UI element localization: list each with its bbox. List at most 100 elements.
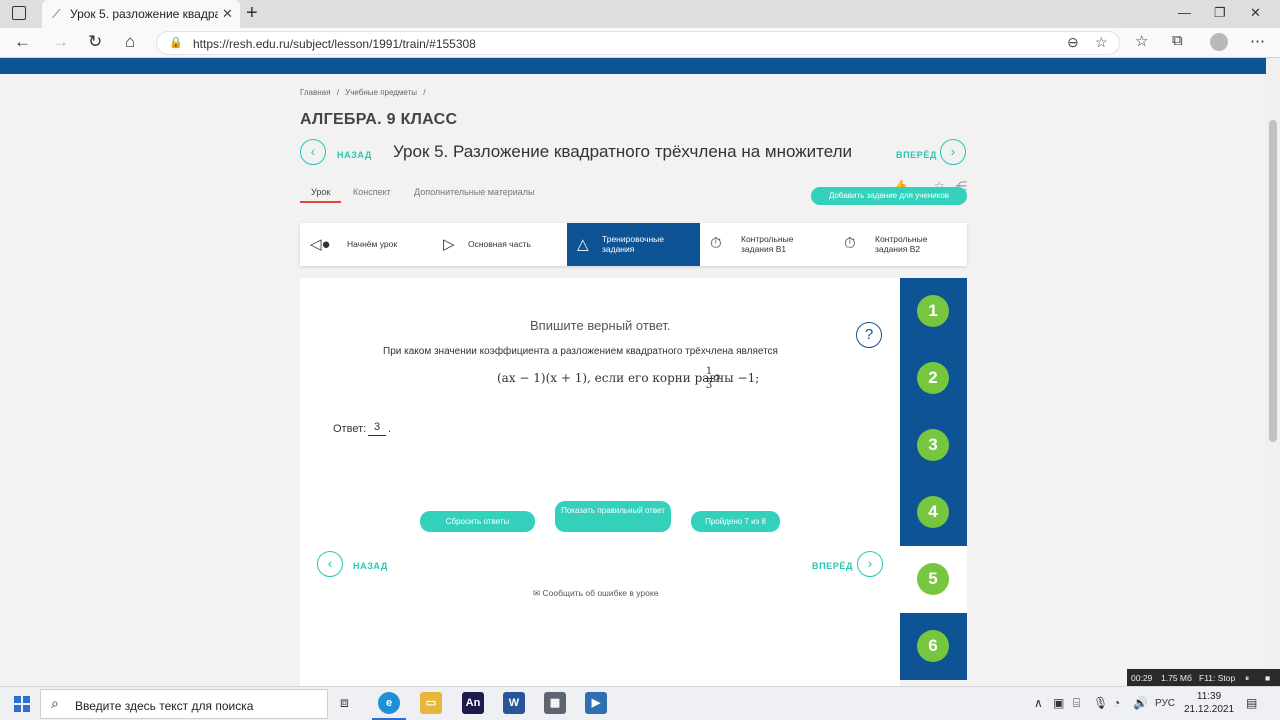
recorder-pause-icon[interactable]: ⏸: [1245, 673, 1249, 684]
step-control-b2[interactable]: ⏱ Контрольные задания В2: [834, 223, 967, 266]
tab-summary[interactable]: Конспект: [353, 187, 391, 197]
refresh-icon[interactable]: ↻: [88, 32, 102, 52]
word-icon[interactable]: W: [503, 692, 525, 714]
task-card: [300, 278, 900, 686]
help-button[interactable]: ?: [856, 322, 882, 348]
report-error-label: Сообщить об ошибке в уроке: [542, 588, 659, 598]
browser-tab[interactable]: ⟋ Урок 5. разложение квадратного трёхчле…: [42, 0, 240, 28]
task-number-column: 1 2 3 4 5 6: [900, 278, 967, 686]
task-tab-1[interactable]: 1: [900, 278, 967, 345]
language-indicator[interactable]: РУС: [1155, 698, 1175, 709]
active-tab-indicator: [300, 201, 341, 203]
tab-extra-materials[interactable]: Дополнительные материалы: [414, 187, 535, 197]
microphone-icon[interactable]: 🎙: [1093, 696, 1108, 710]
task-tab-4[interactable]: 4: [900, 479, 967, 546]
favorites-icon[interactable]: ☆: [1135, 32, 1148, 50]
back-arrow-icon[interactable]: ←: [14, 32, 31, 52]
next-task-label[interactable]: ВПЕРЁД: [812, 561, 853, 571]
show-answer-button[interactable]: Показать правильный ответ: [555, 501, 671, 532]
taskbar-search-input[interactable]: ⌕ Введите здесь текст для поиска: [40, 689, 328, 719]
prev-task-label[interactable]: НАЗАД: [353, 561, 388, 571]
recorder-size: 1.75 Мб: [1161, 673, 1192, 683]
recorder-hint: F11: Stop: [1199, 673, 1236, 683]
wifi-icon[interactable]: ◔: [1113, 696, 1120, 710]
new-tab-button[interactable]: +: [246, 2, 258, 25]
site-header-strip: [0, 58, 1266, 74]
close-window-button[interactable]: ✕: [1250, 5, 1261, 21]
breadcrumb-subjects[interactable]: Учебные предметы: [345, 88, 417, 97]
network-icon[interactable]: ⌸: [1073, 696, 1080, 711]
task-question: При каком значении коэффициента a разлож…: [383, 346, 778, 357]
search-placeholder: Введите здесь текст для поиска: [75, 699, 254, 713]
task-instruction: Впишите верный ответ.: [530, 318, 671, 333]
home-icon[interactable]: ⌂: [125, 32, 135, 52]
reset-answers-button[interactable]: Сбросить ответы: [420, 511, 535, 532]
task-tab-5[interactable]: 5: [900, 546, 967, 613]
prev-lesson-button[interactable]: ‹: [300, 139, 326, 165]
url-text[interactable]: https://resh.edu.ru/subject/lesson/1991/…: [193, 37, 476, 51]
next-lesson-button[interactable]: ›: [940, 139, 966, 165]
tab-actions-icon[interactable]: [12, 6, 26, 20]
breadcrumb-separator: /: [336, 88, 339, 97]
fraction-numerator: 1: [705, 366, 713, 377]
next-lesson-label[interactable]: ВПЕРЁД: [896, 150, 937, 160]
stopwatch-icon: ⏱: [844, 235, 856, 252]
task-view-icon[interactable]: ⧈: [340, 694, 349, 711]
task-number: 2: [917, 362, 949, 394]
minimize-button[interactable]: —: [1178, 5, 1191, 20]
step-label: Тренировочные задания: [602, 234, 664, 254]
prev-task-button[interactable]: ‹: [317, 551, 343, 577]
progress-button[interactable]: Пройдено 7 из 8: [691, 511, 780, 532]
step-start[interactable]: ◁● Начнём урок: [300, 223, 433, 266]
notifications-icon[interactable]: ▤: [1246, 696, 1257, 710]
tray-app-icon[interactable]: ▣: [1053, 696, 1064, 710]
tab-close-icon[interactable]: ✕: [222, 6, 233, 22]
calculator-icon[interactable]: ▦: [544, 692, 566, 714]
lesson-steps: ◁● Начнём урок ▷ Основная часть △ Тренир…: [300, 223, 967, 266]
animate-icon[interactable]: An: [462, 692, 484, 714]
edge-icon[interactable]: e: [378, 692, 400, 714]
step-label: Основная часть: [468, 239, 531, 249]
page-scrollbar[interactable]: [1266, 58, 1280, 686]
step-control-b1[interactable]: ⏱ Контрольные задания В1: [700, 223, 834, 266]
next-task-button[interactable]: ›: [857, 551, 883, 577]
report-error-link[interactable]: ✉ Сообщить об ошибке в уроке: [533, 588, 658, 599]
subject-title: АЛГЕБРА. 9 КЛАСС: [300, 111, 458, 128]
forward-arrow-icon[interactable]: →: [52, 32, 69, 52]
profile-avatar[interactable]: [1210, 33, 1228, 51]
stopwatch-icon: ⏱: [710, 235, 722, 252]
url-bar[interactable]: 🔒 https://resh.edu.ru/subject/lesson/199…: [156, 31, 1120, 55]
collections-icon[interactable]: ⧉: [1172, 32, 1183, 49]
tray-chevron-icon[interactable]: ∧: [1034, 696, 1043, 710]
volume-icon[interactable]: 🔊: [1133, 696, 1148, 710]
step-main[interactable]: ▷ Основная часть: [433, 223, 567, 266]
scrollbar-thumb[interactable]: [1269, 120, 1277, 442]
maximize-button[interactable]: ❐: [1214, 5, 1226, 21]
clock-date: 21.12.2021: [1184, 704, 1235, 715]
clock[interactable]: 11:39 21.12.2021: [1184, 690, 1234, 716]
favorite-add-icon[interactable]: ☆: [1095, 34, 1108, 51]
megaphone-icon: ◁●: [310, 236, 331, 253]
more-menu-icon[interactable]: ⋯: [1250, 32, 1265, 50]
lesson-title: Урок 5. Разложение квадратного трёхчлена…: [393, 142, 853, 161]
prev-lesson-label[interactable]: НАЗАД: [337, 150, 372, 160]
step-label: Контрольные задания В2: [875, 234, 928, 254]
tab-lesson[interactable]: Урок: [311, 187, 330, 197]
breadcrumb: Главная / Учебные предметы /: [300, 88, 429, 97]
breadcrumb-home[interactable]: Главная: [300, 88, 330, 97]
task-number: 3: [917, 429, 949, 461]
site-favicon-icon: ⟋: [52, 7, 61, 21]
zoom-icon[interactable]: ⊖: [1067, 34, 1079, 51]
windows-start-icon[interactable]: [14, 696, 30, 712]
task-tab-2[interactable]: 2: [900, 345, 967, 412]
tab-title: Урок 5. разложение квадратного трёхчлена…: [70, 7, 218, 21]
file-explorer-icon[interactable]: ▭: [420, 692, 442, 714]
task-number: 6: [917, 630, 949, 662]
answer-input[interactable]: 3: [368, 421, 386, 436]
add-task-button[interactable]: Добавить задание для учеников: [811, 187, 967, 205]
recorder-stop-icon[interactable]: ■: [1265, 673, 1270, 683]
step-training[interactable]: △ Тренировочные задания: [567, 223, 700, 266]
task-tab-6[interactable]: 6: [900, 613, 967, 680]
task-tab-3[interactable]: 3: [900, 412, 967, 479]
media-player-icon[interactable]: ▶: [585, 692, 607, 714]
